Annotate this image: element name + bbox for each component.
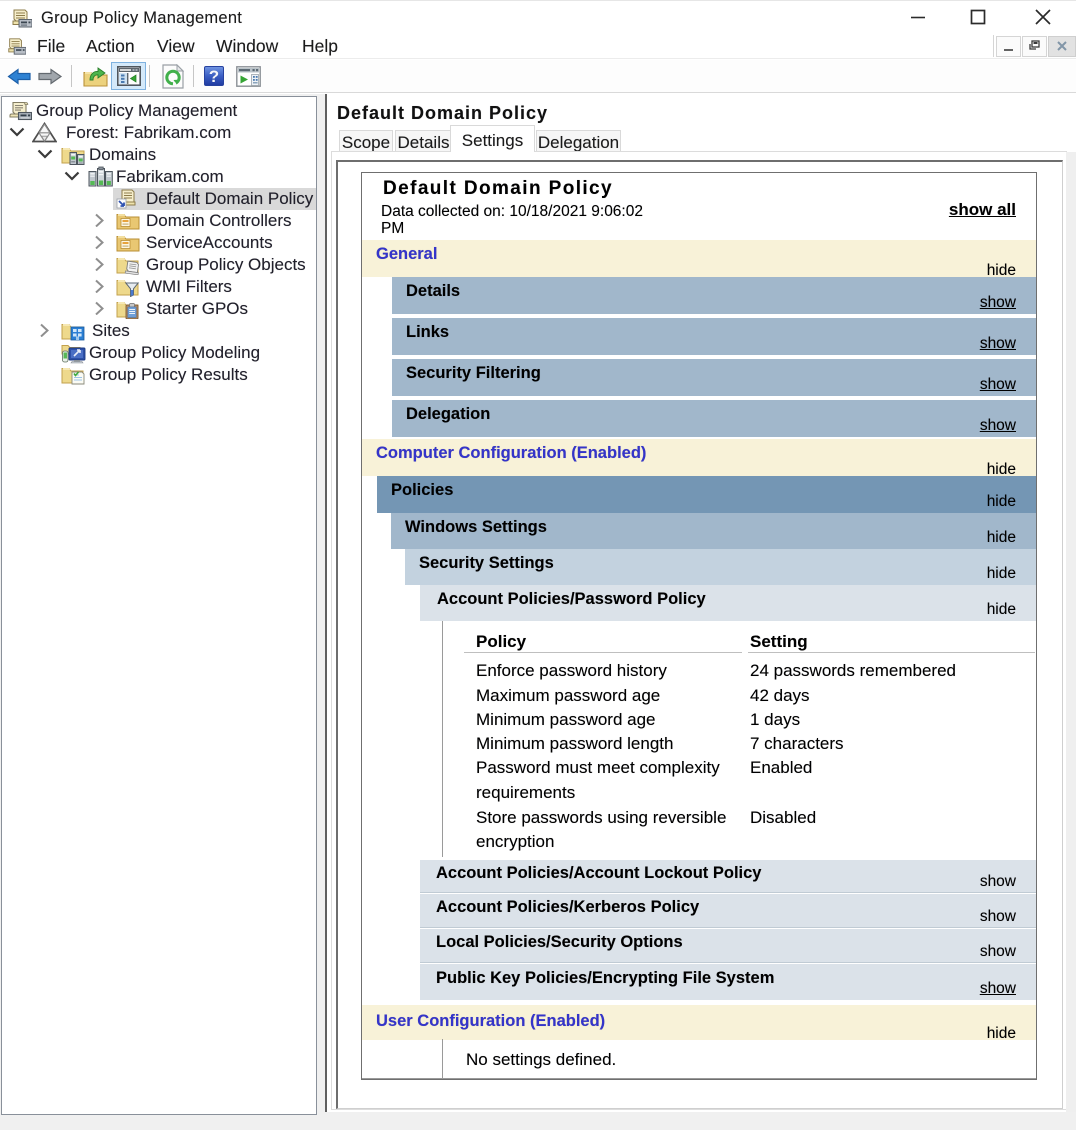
svg-text:?: ? <box>209 67 219 86</box>
